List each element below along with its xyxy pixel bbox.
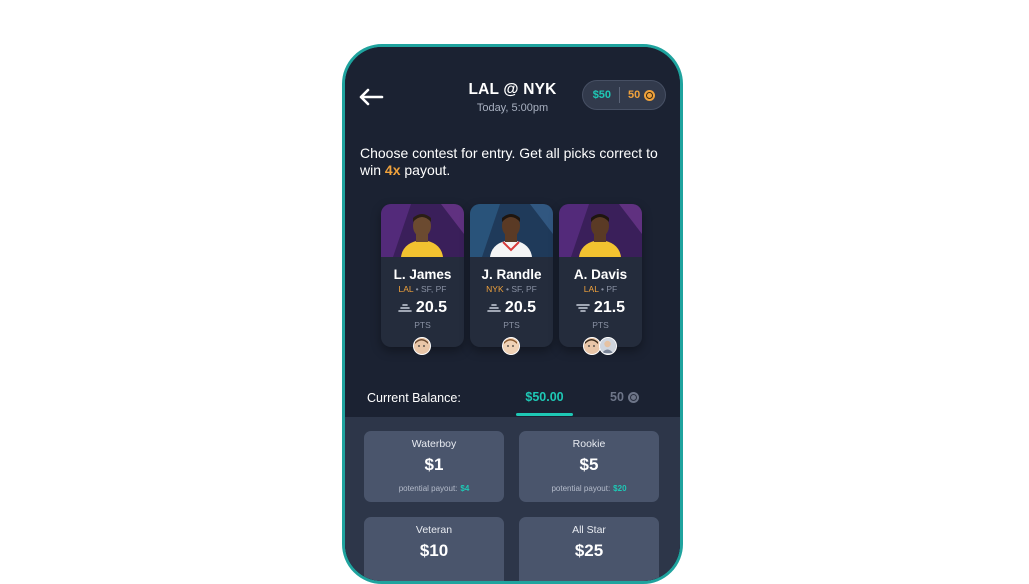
balance-pill[interactable]: $50 50 [582, 80, 666, 110]
contest-name: Veteran [415, 524, 453, 536]
coin-balance-value: 50 [628, 89, 641, 101]
stat-type: PTS [592, 320, 609, 330]
contest-card-veteran[interactable]: Veteran $10 [364, 517, 504, 581]
player-photo [559, 204, 642, 257]
player-name: A. Davis [573, 267, 628, 282]
contest-price: $1 [424, 455, 444, 474]
player-card-davis[interactable]: A. Davis LAL • PF 21.5 PTS [559, 204, 642, 347]
contest-price: $5 [579, 455, 599, 474]
user-avatar [599, 337, 617, 355]
less-than-icon [576, 304, 590, 312]
stat-type: PTS [414, 320, 431, 330]
player-projection: 21.5 [559, 299, 642, 317]
avatar-face-icon [503, 338, 518, 353]
more-than-icon [487, 304, 501, 312]
contest-payout: potential payout: $4 [398, 484, 470, 493]
player-team-position: LAL • SF, PF [398, 284, 447, 294]
player-card-randle[interactable]: J. Randle NYK • SF, PF 20.5 PTS [470, 204, 553, 347]
contest-card-all-star[interactable]: All Star $25 [519, 517, 659, 581]
avatar-face-icon [600, 338, 615, 353]
contest-name: Rookie [572, 438, 606, 450]
user-avatar [413, 337, 431, 355]
tab-cash[interactable]: $50.00 [516, 390, 573, 404]
player-photo [470, 204, 553, 257]
contest-card-waterboy[interactable]: Waterboy $1 potential payout: $4 [364, 431, 504, 502]
user-avatar [502, 337, 520, 355]
tab-coins-value: 50 [610, 390, 624, 404]
payout-multiplier: 4x [384, 162, 401, 178]
coin-balance: 50 [628, 89, 656, 101]
contest-name: Waterboy [411, 438, 457, 450]
contest-list: Waterboy $1 potential payout: $4 Rookie $… [345, 417, 680, 581]
instructions-text-end: payout. [400, 162, 451, 178]
contest-name: All Star [572, 524, 606, 536]
player-card-james[interactable]: L. James LAL • SF, PF 20.5 PTS [381, 204, 464, 347]
avatar-face-icon [414, 338, 429, 353]
contest-price: $10 [419, 541, 449, 560]
more-than-icon [398, 304, 412, 312]
player-photo [381, 204, 464, 257]
player-projection: 20.5 [381, 299, 464, 317]
player-team-position: LAL • PF [583, 284, 618, 294]
player-name: J. Randle [481, 267, 542, 282]
active-tab-indicator [516, 413, 573, 416]
tab-coins[interactable]: 50 [610, 390, 639, 404]
current-balance-label: Current Balance: [367, 391, 461, 405]
player-projection: 20.5 [470, 299, 553, 317]
player-name: L. James [393, 267, 452, 282]
avatar-face-icon [584, 338, 599, 353]
phone-frame: LAL @ NYK Today, 5:00pm $50 50 Choose co… [342, 44, 683, 584]
contest-payout: potential payout: $20 [551, 484, 627, 493]
contest-price: $25 [574, 541, 604, 560]
coin-icon [644, 89, 656, 101]
stat-type: PTS [503, 320, 520, 330]
contest-instructions: Choose contest for entry. Get all picks … [360, 145, 675, 179]
player-team-position: NYK • SF, PF [486, 284, 537, 294]
cash-balance: $50 [592, 89, 612, 101]
contest-card-rookie[interactable]: Rookie $5 potential payout: $20 [519, 431, 659, 502]
app-screen: LAL @ NYK Today, 5:00pm $50 50 Choose co… [345, 47, 680, 581]
pill-divider [619, 87, 621, 103]
coin-icon [627, 391, 639, 403]
